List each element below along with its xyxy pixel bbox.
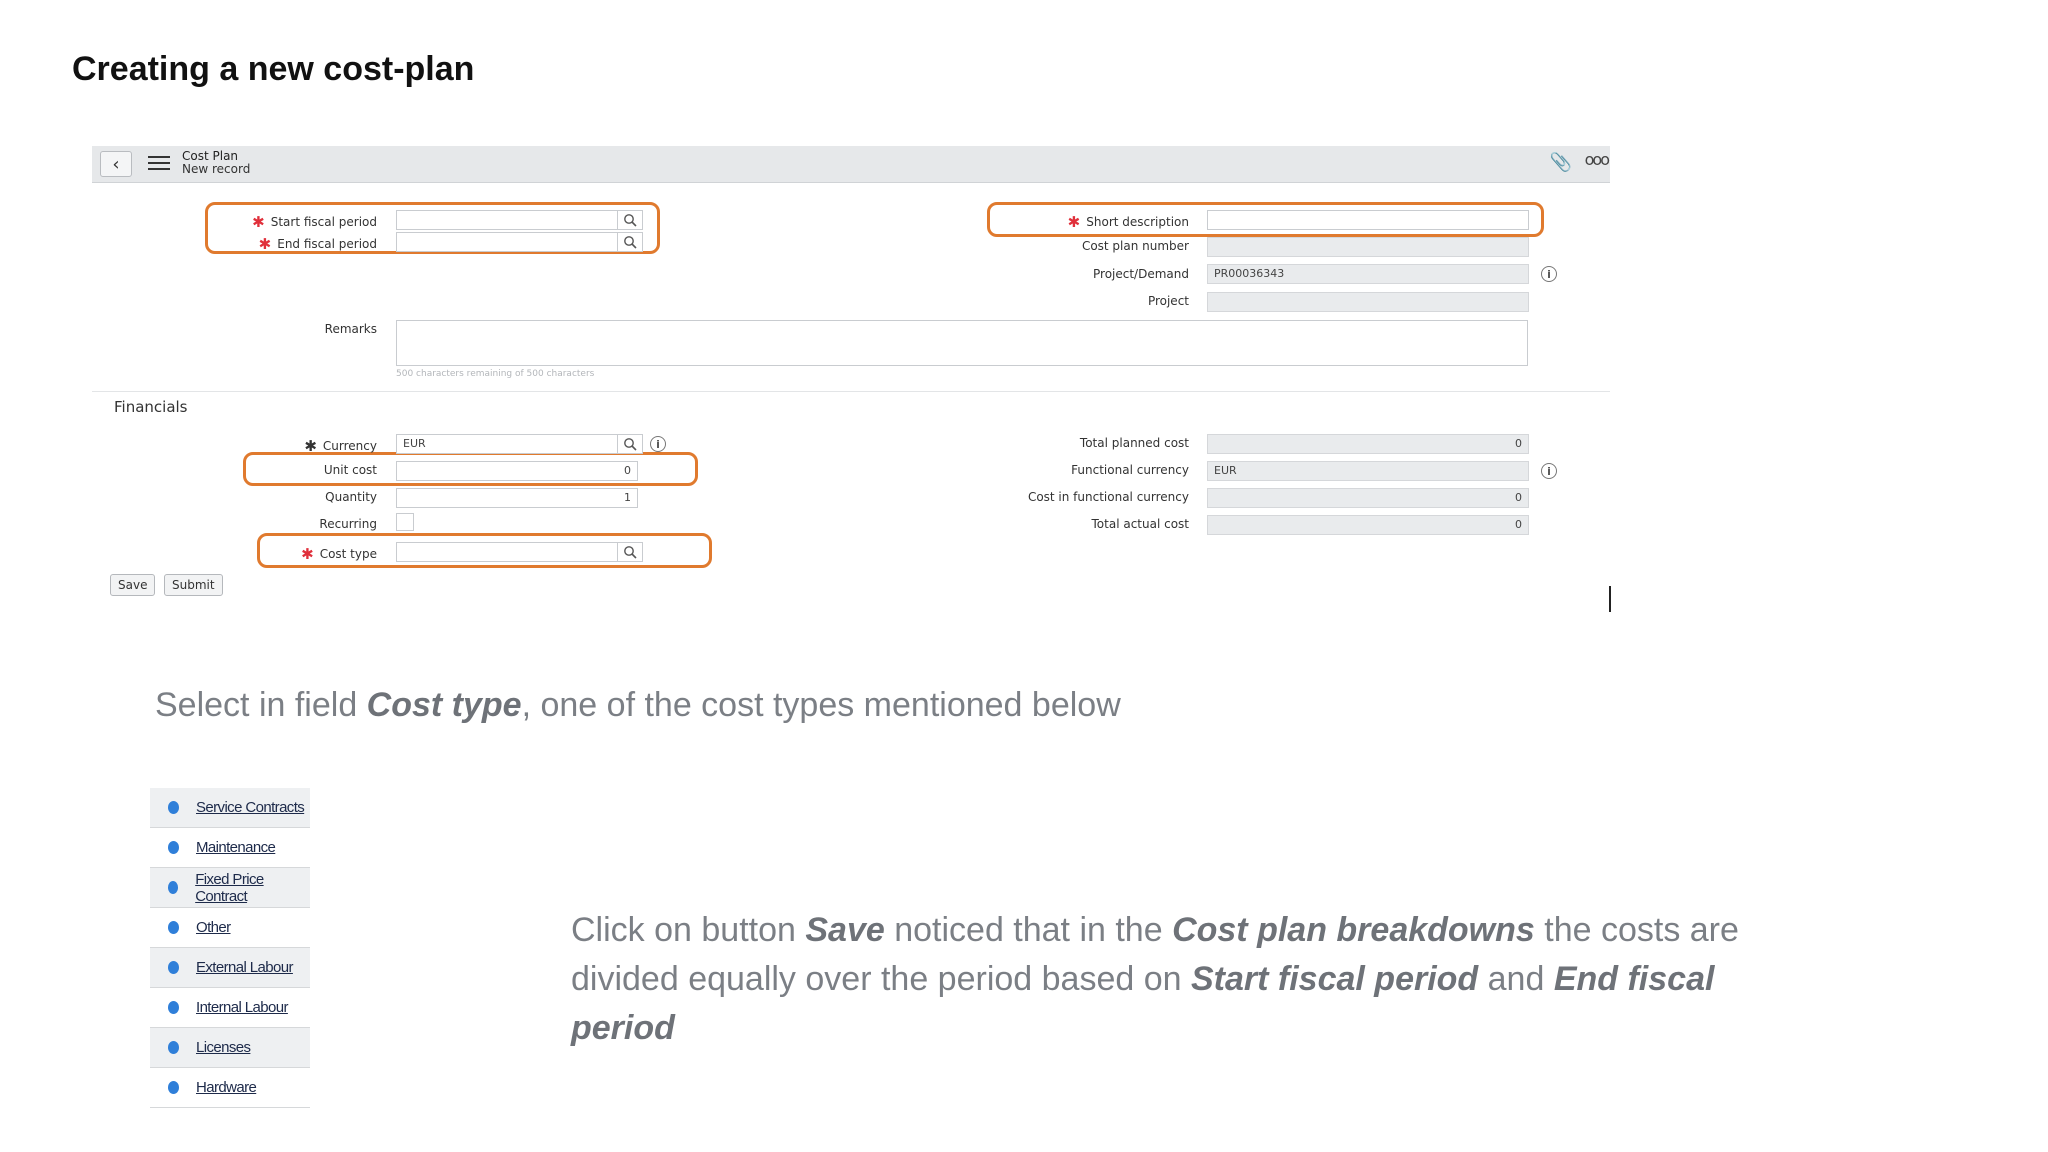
list-item[interactable]: Licenses bbox=[150, 1028, 310, 1068]
form-subtitle: New record bbox=[182, 162, 251, 176]
back-button[interactable]: ‹ bbox=[100, 151, 132, 177]
hamburger-icon[interactable] bbox=[148, 156, 170, 174]
bullet-icon bbox=[168, 841, 179, 854]
total-actual-cost-label: Total actual cost bbox=[1091, 517, 1190, 531]
short-description-input[interactable] bbox=[1207, 210, 1529, 230]
slide-title: Creating a new cost-plan bbox=[72, 50, 475, 88]
list-item[interactable]: External Labour bbox=[150, 948, 310, 988]
end-fiscal-period-input[interactable] bbox=[396, 232, 618, 252]
list-item[interactable]: Hardware bbox=[150, 1068, 310, 1108]
instruction-text: Select in field bbox=[155, 686, 367, 724]
cost-type-input[interactable] bbox=[396, 542, 618, 562]
info-icon[interactable]: i bbox=[650, 436, 666, 452]
project-field bbox=[1207, 292, 1529, 312]
cost-plan-number-label: Cost plan number bbox=[1081, 239, 1189, 253]
quantity-label: Quantity bbox=[325, 490, 377, 504]
form-header: ‹ Cost Plan New record 📎 ooo bbox=[92, 146, 1610, 183]
info-icon[interactable]: i bbox=[1541, 266, 1557, 282]
remarks-character-count: 500 characters remaining of 500 characte… bbox=[396, 369, 595, 379]
bullet-icon bbox=[168, 1001, 179, 1014]
info-icon[interactable]: i bbox=[1541, 463, 1557, 479]
list-item[interactable]: Maintenance bbox=[150, 828, 310, 868]
bullet-icon bbox=[168, 921, 179, 934]
remarks-textarea[interactable] bbox=[396, 320, 1528, 366]
project-demand-label: Project/Demand bbox=[1093, 267, 1189, 281]
cost-plan-form-screenshot: ‹ Cost Plan New record 📎 ooo ✱ Start fisc… bbox=[92, 146, 1611, 616]
instruction-emphasis: Cost plan breakdowns bbox=[1172, 911, 1535, 949]
search-icon[interactable] bbox=[617, 542, 643, 562]
functional-currency-field: EUR bbox=[1207, 461, 1529, 481]
cost-type-link[interactable]: Other bbox=[196, 919, 231, 936]
instruction-emphasis: Cost type bbox=[366, 686, 522, 724]
instruction-click-save: Click on button Save noticed that in the… bbox=[571, 906, 1791, 1053]
paperclip-icon[interactable]: 📎 bbox=[1550, 152, 1572, 173]
cost-type-link[interactable]: Internal Labour bbox=[196, 999, 289, 1016]
search-icon[interactable] bbox=[617, 210, 643, 230]
total-planned-cost-label: Total planned cost bbox=[1079, 436, 1189, 450]
cost-plan-number-field bbox=[1207, 237, 1529, 257]
cost-type-link[interactable]: External Labour bbox=[196, 959, 294, 976]
currency-input[interactable]: EUR bbox=[396, 434, 618, 454]
unit-cost-input[interactable]: 0 bbox=[396, 461, 638, 481]
instruction-text: , one of the cost types mentioned below bbox=[521, 686, 1121, 724]
recurring-checkbox[interactable] bbox=[396, 513, 414, 531]
bullet-icon bbox=[168, 801, 179, 814]
cost-type-link[interactable]: Licenses bbox=[196, 1039, 251, 1056]
search-icon[interactable] bbox=[617, 232, 643, 252]
cost-type-link[interactable]: Service Contracts bbox=[196, 799, 305, 816]
required-icon: ✱ bbox=[1067, 213, 1081, 231]
instruction-emphasis: Save bbox=[805, 911, 885, 949]
bullet-icon bbox=[168, 881, 179, 894]
financials-section-title: Financials bbox=[114, 398, 188, 416]
quantity-input[interactable]: 1 bbox=[396, 488, 638, 508]
short-description-label: ✱ Short description bbox=[1067, 213, 1189, 231]
cost-type-link[interactable]: Fixed Price Contract bbox=[195, 871, 310, 905]
unit-cost-label: Unit cost bbox=[323, 463, 377, 477]
cost-type-link[interactable]: Maintenance bbox=[196, 839, 276, 856]
recurring-label: Recurring bbox=[319, 517, 377, 531]
cost-in-functional-currency-field: 0 bbox=[1207, 488, 1529, 508]
bullet-icon bbox=[168, 1081, 179, 1094]
cost-type-list: Service Contracts Maintenance Fixed Pric… bbox=[150, 788, 310, 1108]
functional-currency-label: Functional currency bbox=[1071, 463, 1189, 477]
cost-type-link[interactable]: Hardware bbox=[196, 1079, 257, 1096]
list-item[interactable]: Fixed Price Contract bbox=[150, 868, 310, 908]
bullet-icon bbox=[168, 961, 179, 974]
currency-label: ✱ Currency bbox=[304, 437, 377, 455]
search-icon[interactable] bbox=[617, 434, 643, 454]
remarks-label: Remarks bbox=[324, 322, 377, 336]
cost-in-functional-currency-label: Cost in functional currency bbox=[1027, 490, 1189, 504]
bullet-icon bbox=[168, 1041, 179, 1054]
instruction-text: noticed that in the bbox=[884, 911, 1173, 949]
instruction-select-cost-type: Select in field Cost type, one of the co… bbox=[155, 686, 1121, 725]
section-divider bbox=[92, 391, 1610, 392]
project-label: Project bbox=[1147, 294, 1189, 308]
start-fiscal-period-input[interactable] bbox=[396, 210, 618, 230]
submit-button[interactable]: Submit bbox=[164, 574, 223, 596]
start-fiscal-period-label: ✱ Start fiscal period bbox=[252, 213, 377, 231]
total-actual-cost-field: 0 bbox=[1207, 515, 1529, 535]
instruction-text: Click on button bbox=[571, 911, 806, 949]
end-fiscal-period-label: ✱ End fiscal period bbox=[258, 235, 377, 253]
instruction-emphasis: Start fiscal period bbox=[1191, 960, 1479, 998]
more-icon[interactable]: ooo bbox=[1585, 150, 1610, 169]
total-planned-cost-field: 0 bbox=[1207, 434, 1529, 454]
project-demand-field[interactable]: PR00036343 bbox=[1207, 264, 1529, 284]
instruction-text: and bbox=[1478, 960, 1554, 998]
list-item[interactable]: Service Contracts bbox=[150, 788, 310, 828]
chevron-left-icon: ‹ bbox=[112, 153, 120, 175]
text-cursor bbox=[1609, 586, 1611, 612]
required-icon: ✱ bbox=[258, 235, 272, 253]
required-icon: ✱ bbox=[252, 213, 265, 231]
required-icon: ✱ bbox=[301, 545, 314, 563]
list-item[interactable]: Other bbox=[150, 908, 310, 948]
list-item[interactable]: Internal Labour bbox=[150, 988, 310, 1028]
required-icon: ✱ bbox=[304, 437, 317, 455]
cost-type-label: ✱ Cost type bbox=[301, 545, 377, 563]
save-button[interactable]: Save bbox=[110, 574, 156, 596]
